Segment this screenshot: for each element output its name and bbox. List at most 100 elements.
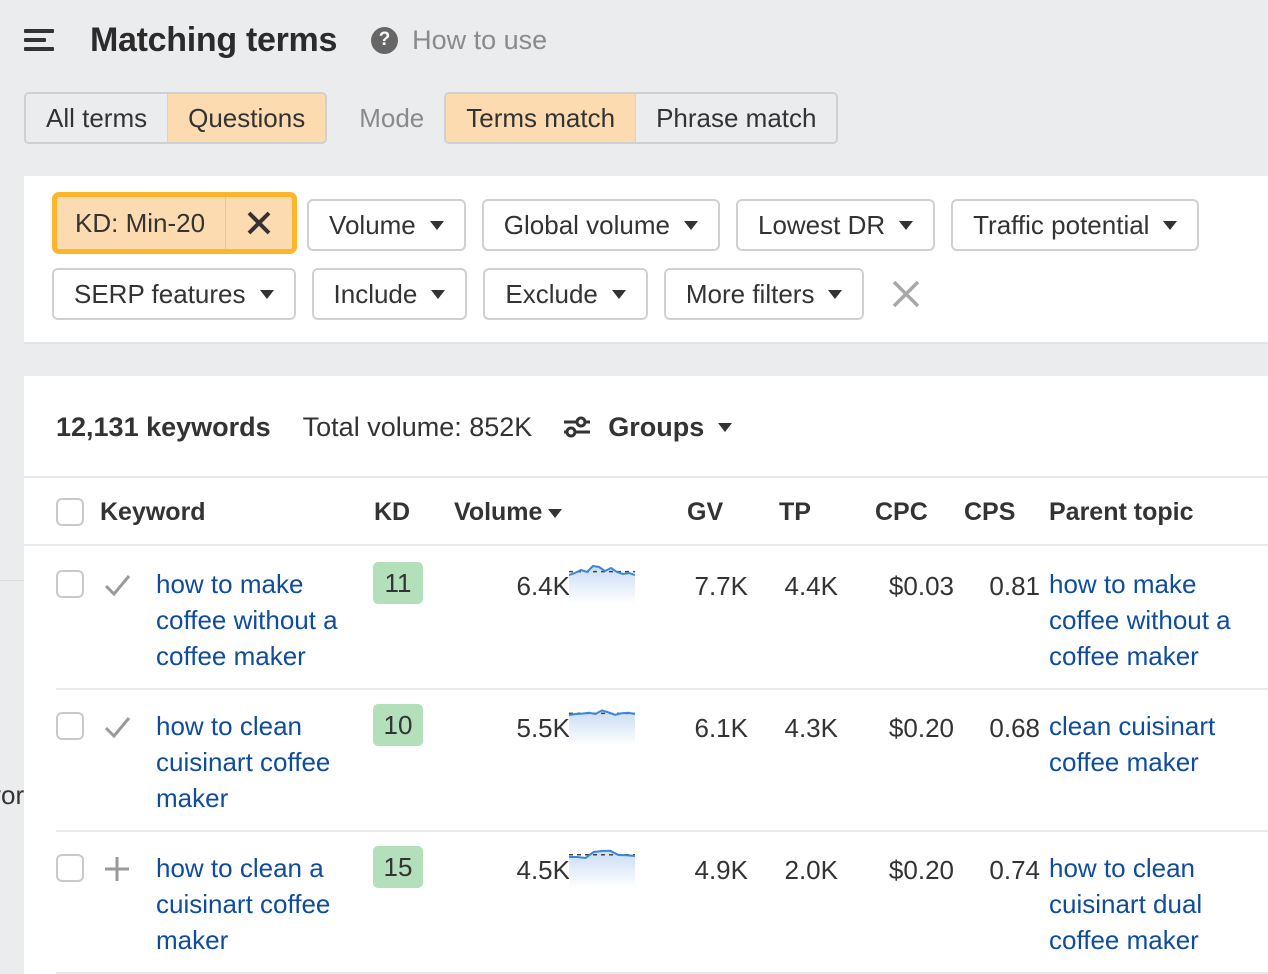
background-panel-edge (0, 540, 24, 974)
volume-filter-label: Volume (329, 209, 416, 240)
include-filter[interactable]: Include (311, 268, 468, 320)
column-cpc[interactable]: CPC (875, 498, 928, 527)
include-filter-label: Include (333, 278, 418, 309)
serp-features-filter[interactable]: SERP features (52, 268, 296, 320)
caret-down-icon (431, 289, 446, 299)
sparkline-area (569, 710, 635, 746)
cps-value: 0.68 (989, 713, 1040, 743)
kd-badge: 15 (373, 846, 423, 888)
tp-value: 4.4K (784, 571, 839, 601)
lowest-dr-filter[interactable]: Lowest DR (735, 199, 936, 251)
truncated-background-text: vor (0, 780, 24, 810)
tab-phrase-match[interactable]: Phrase match (636, 94, 837, 142)
divider (0, 580, 24, 581)
parent-topic-link[interactable]: how to clean cuisinart dual coffee maker (1049, 850, 1264, 958)
row-checkbox[interactable] (56, 712, 84, 740)
mode-label: Mode (359, 102, 425, 133)
caret-down-icon (611, 289, 626, 299)
close-icon (893, 280, 920, 308)
row-checkbox[interactable] (56, 570, 84, 598)
how-to-use-link[interactable]: ? How to use (371, 25, 547, 56)
page-header: Matching terms ? How to use (24, 18, 547, 62)
match-mode-toggle-group: Terms match Phrase match (444, 92, 839, 144)
close-icon (247, 211, 271, 235)
caret-down-icon (259, 289, 274, 299)
more-filters-button[interactable]: More filters (663, 268, 865, 320)
groups-dropdown[interactable]: Groups (562, 411, 733, 443)
table-row: how to clean cuisinart coffee maker 10 5… (56, 690, 1268, 832)
results-panel: 12,131 keywords Total volume: 852K Group… (24, 376, 1268, 974)
cpc-value: $0.20 (888, 713, 954, 743)
kd-filter-label[interactable]: KD: Min-20 (57, 197, 227, 249)
column-volume-label: Volume (454, 498, 543, 526)
check-icon[interactable] (102, 570, 132, 600)
tab-questions[interactable]: Questions (167, 94, 326, 142)
keyword-count: 12,131 keywords (56, 411, 271, 442)
plus-icon[interactable] (102, 854, 132, 884)
tp-value: 4.3K (784, 713, 839, 743)
check-icon[interactable] (102, 712, 132, 742)
caret-down-icon (828, 289, 843, 299)
keyword-link[interactable]: how to make coffee without a coffee make… (156, 566, 356, 674)
traffic-potential-filter-label: Traffic potential (973, 209, 1150, 240)
cps-value: 0.74 (989, 855, 1040, 885)
parent-topic-link[interactable]: how to make coffee without a coffee make… (1049, 566, 1264, 674)
column-tp[interactable]: TP (779, 498, 811, 527)
mode-toggles: All terms Questions Mode Terms match Phr… (24, 92, 839, 144)
tab-terms-match[interactable]: Terms match (446, 94, 637, 142)
column-volume[interactable]: Volume (454, 498, 563, 527)
filter-row-1: KD: Min-20 Volume Global volume Lowest D… (52, 192, 1215, 254)
volume-trend-sparkline[interactable] (569, 560, 635, 604)
tab-all-terms[interactable]: All terms (26, 94, 168, 142)
caret-down-icon (899, 220, 914, 230)
column-kd[interactable]: KD (374, 498, 410, 527)
kd-badge: 10 (373, 704, 423, 746)
page-title: Matching terms (90, 20, 338, 59)
serp-features-filter-label: SERP features (74, 278, 246, 309)
gv-value: 4.9K (694, 855, 749, 885)
more-filters-label: More filters (685, 278, 815, 309)
gv-value: 7.7K (694, 571, 749, 601)
caret-down-icon (429, 220, 444, 230)
caret-down-icon (718, 422, 733, 432)
kd-filter-chip: KD: Min-20 (52, 192, 298, 254)
volume-value: 6.4K (516, 571, 571, 601)
keyword-link[interactable]: how to clean cuisinart coffee maker (156, 708, 356, 816)
filter-row-2: SERP features Include Exclude More filte… (52, 268, 926, 320)
caret-down-icon (1163, 220, 1178, 230)
sort-desc-icon (548, 508, 563, 518)
volume-value: 5.5K (516, 713, 571, 743)
tp-value: 2.0K (784, 855, 839, 885)
volume-trend-sparkline[interactable] (569, 702, 635, 746)
volume-filter[interactable]: Volume (307, 199, 466, 251)
kd-badge: 11 (373, 562, 423, 604)
lowest-dr-filter-label: Lowest DR (757, 209, 886, 240)
how-to-use-label: How to use (412, 24, 548, 55)
global-volume-filter[interactable]: Global volume (481, 199, 720, 251)
table-row: how to make coffee without a coffee make… (56, 548, 1268, 690)
column-parent-topic[interactable]: Parent topic (1049, 498, 1193, 527)
volume-trend-sparkline[interactable] (569, 844, 635, 888)
total-volume: Total volume: 852K (302, 411, 533, 442)
column-cps[interactable]: CPS (964, 498, 1015, 527)
traffic-potential-filter[interactable]: Traffic potential (951, 199, 1200, 251)
keyword-link[interactable]: how to clean a cuisinart coffee maker (156, 850, 356, 958)
groups-label: Groups (608, 411, 705, 442)
column-gv[interactable]: GV (687, 498, 723, 527)
select-all-checkbox[interactable] (56, 498, 84, 526)
cpc-value: $0.03 (888, 571, 954, 601)
remove-kd-filter-button[interactable] (226, 197, 292, 249)
caret-down-icon (683, 220, 698, 230)
parent-topic-link[interactable]: clean cuisinart coffee maker (1049, 708, 1264, 780)
clear-filters-button[interactable] (886, 274, 926, 314)
column-keyword[interactable]: Keyword (100, 498, 206, 527)
cpc-value: $0.20 (888, 855, 954, 885)
exclude-filter[interactable]: Exclude (483, 268, 648, 320)
question-icon: ? (371, 26, 399, 54)
row-checkbox[interactable] (56, 854, 84, 882)
global-volume-filter-label: Global volume (503, 209, 670, 240)
menu-icon[interactable] (24, 29, 54, 51)
table-header: Keyword KD Volume GV TP CPC CPS Parent t… (24, 478, 1268, 546)
sliders-icon (564, 416, 591, 438)
terms-toggle-group: All terms Questions (24, 92, 328, 144)
